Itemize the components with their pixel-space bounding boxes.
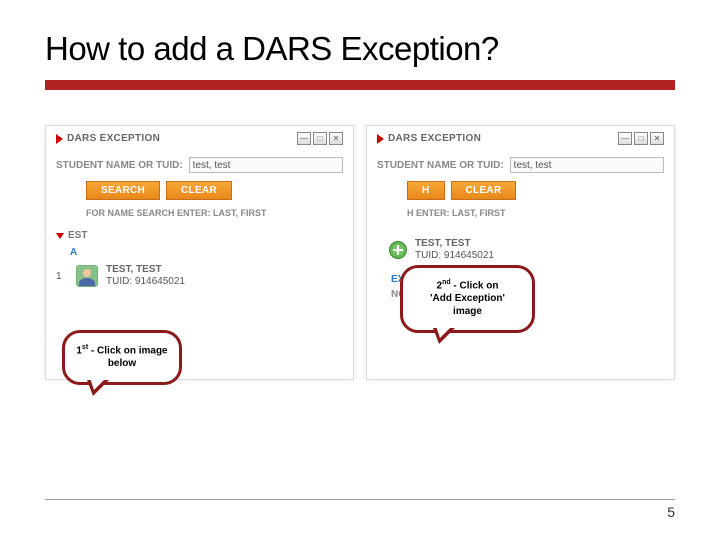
callout-tail-icon [87, 380, 109, 396]
callout-first: 1st - Click on image below [62, 330, 182, 385]
panel-right: DARS EXCEPTION — □ ✕ STUDENT NAME OR TUI… [366, 125, 675, 380]
callout-second-text2: 'Add Exception' [430, 293, 505, 304]
subheader-text-left: EST [68, 230, 87, 241]
maximize-icon[interactable]: □ [634, 132, 648, 145]
search-row-left: STUDENT NAME OR TUID: [56, 157, 343, 173]
search-row-right: STUDENT NAME OR TUID: [377, 157, 664, 173]
result-row-left: 1 TEST, TEST TUID: 914645021 [56, 262, 343, 290]
footer-line [45, 499, 675, 500]
search-label-right: STUDENT NAME OR TUID: [377, 160, 504, 171]
close-icon[interactable]: ✕ [329, 132, 343, 145]
slide-footer: 5 [45, 499, 675, 520]
search-input-left[interactable] [189, 157, 343, 173]
callout-second: 2nd - Click on 'Add Exception' image [400, 265, 535, 333]
maximize-icon[interactable]: □ [313, 132, 327, 145]
add-exception-row: TEST, TEST TUID: 914645021 [389, 236, 664, 264]
collapse-arrow-icon[interactable] [377, 134, 384, 144]
clear-button-right[interactable]: CLEAR [451, 181, 517, 200]
tuid-label-right: TUID: [415, 250, 441, 261]
search-button-left[interactable]: SEARCH [86, 181, 160, 200]
clear-button-left[interactable]: CLEAR [166, 181, 232, 200]
callout-tail-icon [433, 328, 455, 344]
window-buttons-left: — □ ✕ [297, 132, 343, 145]
page-number: 5 [45, 504, 675, 520]
panel-right-title: DARS EXCEPTION [388, 133, 481, 144]
panel-left-header: DARS EXCEPTION — □ ✕ [56, 132, 343, 145]
row-index: 1 [56, 271, 68, 282]
triangle-down-icon [56, 233, 64, 239]
close-icon[interactable]: ✕ [650, 132, 664, 145]
search-input-right[interactable] [510, 157, 664, 173]
search-hint-left: FOR NAME SEARCH ENTER: LAST, FIRST [86, 208, 343, 218]
student-info-left: TEST, TEST TUID: 914645021 [106, 264, 185, 288]
tuid-value-right: 914645021 [444, 250, 494, 261]
add-exception-icon[interactable] [389, 241, 407, 259]
add-text-left: A [70, 247, 343, 258]
callout-first-text: - Click on image below [88, 345, 167, 369]
student-name-left: TEST, TEST [106, 264, 185, 276]
tuid-value-left: 914645021 [135, 276, 185, 287]
student-info-right: TEST, TEST TUID: 914645021 [415, 238, 494, 262]
subheader-left: EST [56, 230, 343, 241]
student-name-right: TEST, TEST [415, 238, 494, 250]
minimize-icon[interactable]: — [297, 132, 311, 145]
minimize-icon[interactable]: — [618, 132, 632, 145]
panel-left-title: DARS EXCEPTION [67, 133, 160, 144]
search-label-left: STUDENT NAME OR TUID: [56, 160, 183, 171]
callout-second-sup: nd [442, 279, 451, 286]
tuid-label-left: TUID: [106, 276, 132, 287]
callout-second-text1: - Click on [451, 280, 499, 291]
user-avatar-icon[interactable] [76, 265, 98, 287]
callout-second-text3: image [453, 306, 482, 317]
search-hint-right: H ENTER: LAST, FIRST [407, 208, 664, 218]
window-buttons-right: — □ ✕ [618, 132, 664, 145]
slide-title: How to add a DARS Exception? [45, 30, 675, 68]
title-underline [45, 80, 675, 90]
collapse-arrow-icon[interactable] [56, 134, 63, 144]
search-button-right[interactable]: H [407, 181, 445, 200]
panel-right-header: DARS EXCEPTION — □ ✕ [377, 132, 664, 145]
